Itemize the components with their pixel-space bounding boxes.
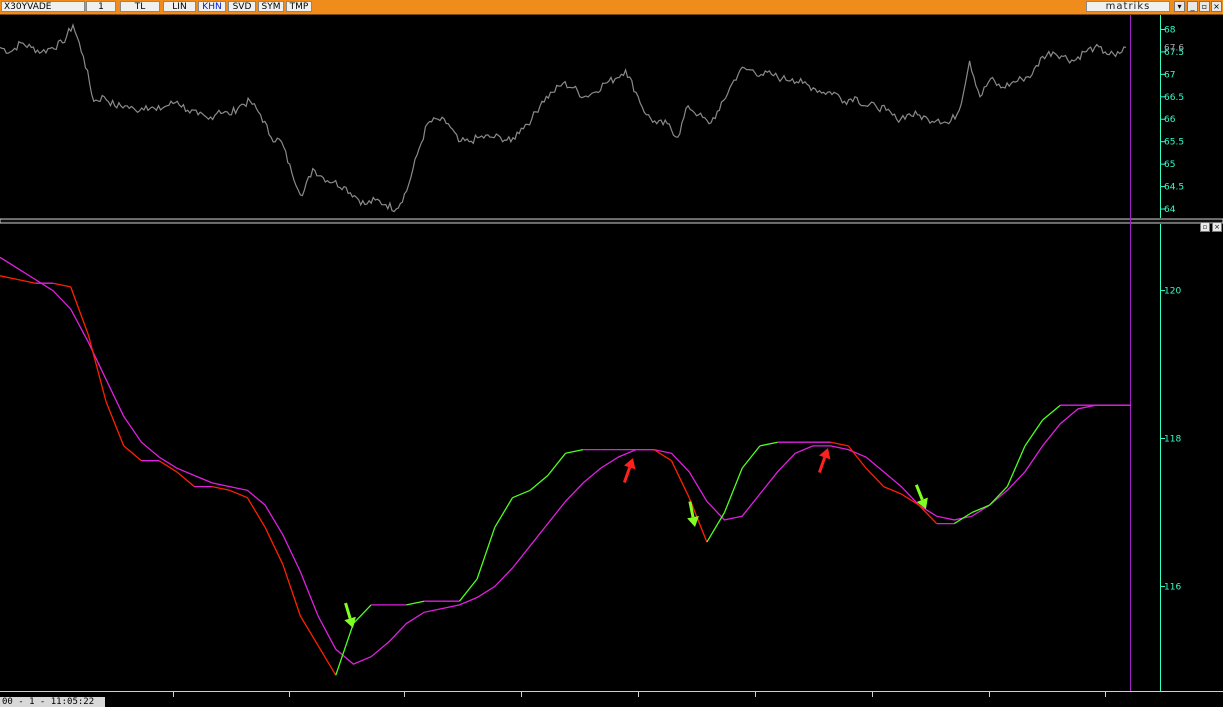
signal-series-segment	[565, 448, 584, 454]
signal-series-segment	[87, 334, 107, 402]
signal-series-segment	[723, 467, 743, 513]
signal-series-segment	[670, 460, 690, 498]
signal-series-segment	[458, 578, 478, 602]
last-price-label: 67.6	[1164, 43, 1184, 53]
chart-canvas[interactable]: 6867.56766.56665.56564.56467.6120118116	[0, 0, 1223, 707]
signal-series-segment	[759, 441, 778, 447]
signal-series-segment	[123, 445, 142, 462]
signal-series-segment	[953, 511, 973, 525]
price-tick-label: 64	[1164, 205, 1176, 215]
signal-series-segment	[0, 275, 18, 281]
signal-series-segment	[529, 475, 549, 491]
indicator-tick-label: 118	[1164, 435, 1181, 445]
price-tick-label: 67	[1164, 70, 1175, 80]
pane-restore-icon[interactable]: ▫	[1200, 222, 1210, 232]
buy-arrow-shaft	[914, 484, 924, 501]
signal-series-segment	[17, 278, 36, 284]
signal-series-segment	[211, 485, 230, 491]
pane-separator	[0, 218, 1223, 224]
price-tick-label: 64.5	[1164, 183, 1184, 193]
price-tick-label: 68	[1164, 25, 1176, 35]
signal-series-segment	[264, 527, 284, 565]
signal-series-segment	[52, 282, 71, 288]
signal-series-segment	[70, 286, 90, 336]
signal-series-segment	[352, 604, 372, 624]
indicator-tick-label: 120	[1164, 287, 1181, 297]
signal-series-segment	[335, 623, 355, 676]
price-tick-label: 66	[1164, 115, 1176, 125]
signal-series-segment	[512, 489, 531, 499]
signal-series-segment	[847, 445, 867, 469]
signal-series-segment	[883, 486, 902, 495]
signal-series-segment	[741, 445, 761, 469]
signal-series-segment	[706, 512, 726, 543]
signal-series-segment	[865, 467, 885, 488]
signal-series-segment	[229, 489, 248, 499]
price-series-line	[0, 23, 1127, 213]
signal-series-segment	[494, 497, 514, 528]
buy-arrow-head	[687, 516, 699, 527]
signal-series-segment	[830, 441, 849, 447]
signal-series-segment	[1042, 404, 1061, 421]
price-tick-label: 65.5	[1164, 138, 1184, 148]
signal-series-segment	[282, 564, 302, 617]
signal-series-segment	[105, 401, 125, 447]
signal-series-segment	[1024, 419, 1044, 447]
signal-series-segment	[406, 600, 425, 606]
buy-arrow-shaft	[688, 501, 695, 518]
signal-series-segment	[476, 527, 496, 580]
magenta-series-line	[0, 256, 1131, 665]
signal-series-segment	[547, 452, 567, 476]
signal-series-segment	[299, 615, 319, 646]
signal-series-segment	[317, 645, 337, 676]
sell-arrow-shaft	[817, 456, 827, 474]
sell-arrow-shaft	[622, 466, 632, 484]
price-tick-label: 65	[1164, 160, 1175, 170]
buy-arrow-shaft	[344, 602, 352, 619]
price-tick-label: 66.5	[1164, 93, 1184, 103]
pane-close-icon[interactable]: ×	[1212, 222, 1222, 232]
signal-series-segment	[989, 486, 1008, 506]
cursor-time-readout: 00 - 1 - 11:05:22	[0, 697, 105, 707]
indicator-tick-label: 116	[1164, 582, 1181, 592]
